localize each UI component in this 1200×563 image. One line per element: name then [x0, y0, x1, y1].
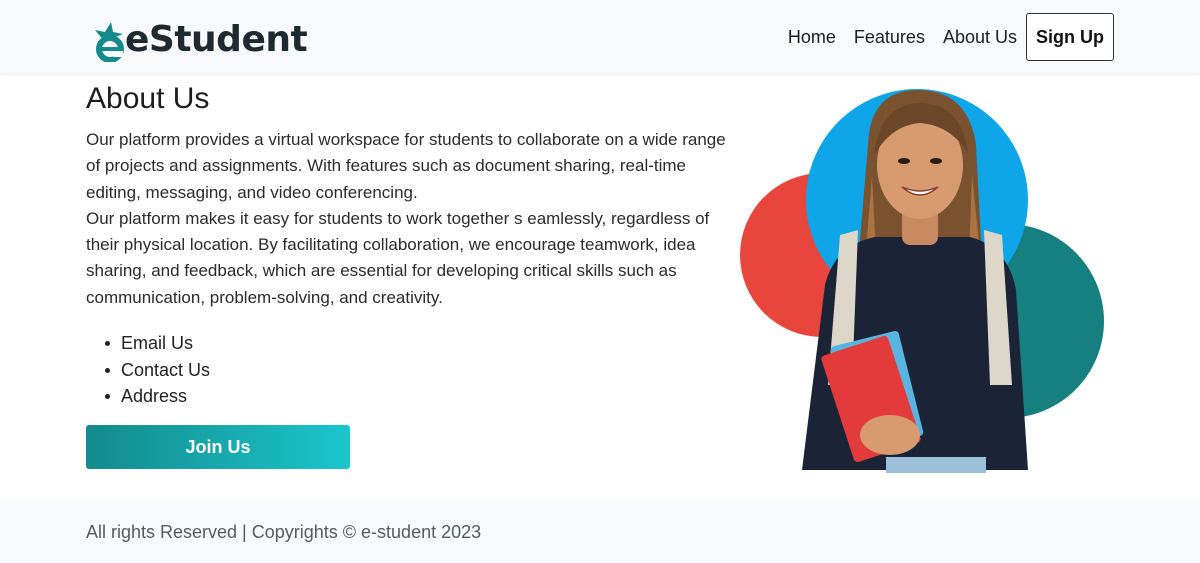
- about-description: Our platform provides a virtual workspac…: [86, 127, 728, 311]
- join-us-button[interactable]: Join Us: [86, 425, 350, 469]
- student-photo-icon: [740, 89, 1104, 485]
- about-paragraph-1: Our platform provides a virtual workspac…: [86, 130, 726, 202]
- brand-name: eStudent: [125, 19, 308, 60]
- about-paragraph-2: Our platform makes it easy for students …: [86, 208, 710, 307]
- contact-links: Email Us Contact Us Address: [104, 330, 210, 410]
- nav-link-features[interactable]: Features: [854, 14, 925, 60]
- copyright-text: All rights Reserved | Copyrights © e-stu…: [86, 522, 482, 542]
- page-title: About Us: [86, 82, 210, 115]
- nav-link-home[interactable]: Home: [788, 14, 836, 60]
- contact-us-link[interactable]: Contact Us: [104, 357, 210, 384]
- site-header: eStudent Home Features About Us Sign Up: [0, 0, 1200, 73]
- logo-mark-icon: [93, 18, 127, 63]
- signup-button[interactable]: Sign Up: [1026, 13, 1114, 61]
- site-footer: All rights Reserved | Copyrights © e-stu…: [0, 500, 1200, 563]
- email-us-link[interactable]: Email Us: [104, 330, 210, 357]
- nav-link-about[interactable]: About Us: [943, 14, 1017, 60]
- address-link[interactable]: Address: [104, 383, 210, 410]
- main-nav: Home Features About Us Sign Up: [788, 13, 1114, 61]
- brand-logo[interactable]: eStudent: [93, 16, 308, 63]
- hero-image: [740, 85, 1110, 485]
